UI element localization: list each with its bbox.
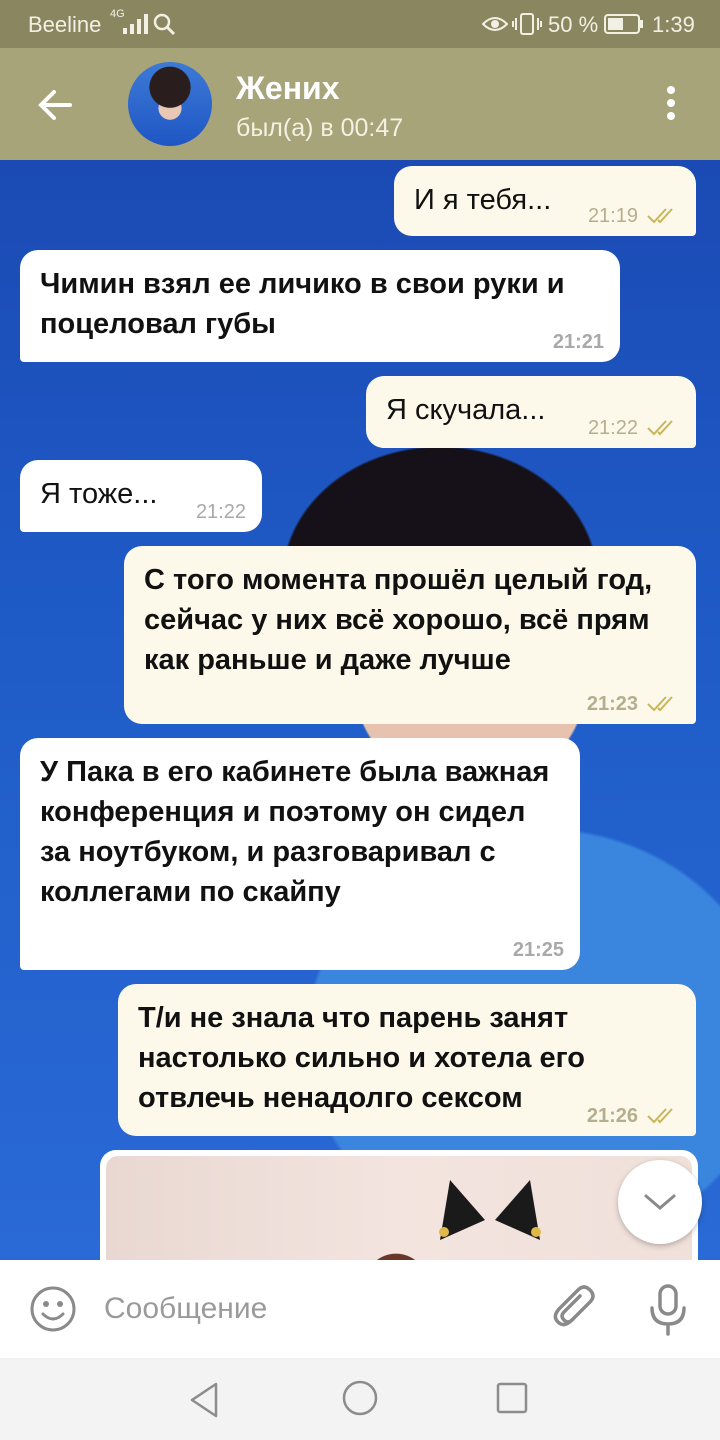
last-seen-status: был(а) в 00:47 [236,114,404,142]
message-time: 21:26 [586,1105,638,1127]
message-text: С того момента прошёл целый год, сейчас … [144,564,653,676]
chat-messages[interactable]: И я тебя... 21:19 Чимин взял ее личико в… [0,160,720,1260]
carrier-label: Beeline [28,12,102,37]
message-time: 21:23 [586,693,638,715]
battery-percent: 50 % [548,12,599,37]
message-meta: 21:21 [553,330,604,354]
message-bubble-incoming[interactable]: У Пака в его кабинете была важная конфер… [20,738,580,970]
message-text: Чимин взял ее личико в свои руки и поцел… [40,268,565,340]
search-icon [153,13,176,36]
photo-thumbnail[interactable] [106,1156,692,1260]
microphone-icon[interactable] [642,1282,694,1338]
message-text: И я тебя... [414,184,552,216]
message-meta: 21:19 [588,204,680,228]
read-checkmarks-icon [647,696,673,712]
nav-back-icon[interactable] [186,1380,226,1420]
message-meta: 21:25 [513,938,564,962]
paperclip-icon[interactable] [550,1282,602,1334]
message-text: Я скучала... [386,394,546,426]
status-time: 1:39 [652,12,695,37]
message-bubble-incoming[interactable]: Чимин взял ее личико в свои руки и поцел… [20,250,620,362]
message-input[interactable] [104,1284,534,1334]
vibrate-icon [512,13,542,35]
message-bubble-incoming[interactable]: Я тоже... 21:22 [20,460,262,532]
message-meta: 21:26 [587,1104,680,1128]
message-composer [0,1260,720,1358]
read-checkmarks-icon [647,208,673,224]
message-time: 21:25 [512,939,564,961]
message-text: Я тоже... [40,478,158,510]
message-text: Т/и не знала что парень занят настолько … [138,1002,585,1114]
back-arrow-icon[interactable] [30,80,80,130]
read-checkmarks-icon [647,420,673,436]
signal-icon [123,14,148,34]
system-navigation-bar [0,1358,720,1440]
message-time: 21:19 [587,205,638,227]
avatar[interactable] [128,62,212,146]
status-bar: Beeline 4G 50 % 1:39 [0,0,720,48]
message-text: У Пака в его кабинете была важная конфер… [40,756,550,908]
scroll-down-button[interactable] [618,1160,702,1244]
contact-name[interactable]: Жених [236,70,340,107]
eye-icon [482,17,508,31]
nav-home-icon[interactable] [340,1378,380,1418]
cat-ears-headband-image [439,1180,541,1240]
message-bubble-outgoing[interactable]: Я скучала... 21:22 [366,376,696,448]
message-bubble-outgoing[interactable]: С того момента прошёл целый год, сейчас … [124,546,696,724]
battery-icon [604,14,643,34]
smile-icon[interactable] [28,1284,78,1334]
message-time: 21:22 [587,417,638,439]
more-options-icon[interactable] [656,82,686,128]
chevron-down-icon [644,1194,676,1210]
message-time: 21:21 [552,331,604,353]
message-meta: 21:22 [588,416,680,440]
message-meta: 21:23 [587,692,680,716]
message-bubble-outgoing[interactable]: Т/и не знала что парень занят настолько … [118,984,696,1136]
read-checkmarks-icon [647,1108,673,1124]
message-bubble-outgoing[interactable]: И я тебя... 21:19 [394,166,696,236]
message-time: 21:22 [195,501,246,523]
chat-header: Жених был(а) в 00:47 [0,48,720,160]
image-message[interactable] [100,1150,698,1260]
message-meta: 21:22 [196,500,246,524]
nav-recent-apps-icon[interactable] [494,1380,530,1416]
